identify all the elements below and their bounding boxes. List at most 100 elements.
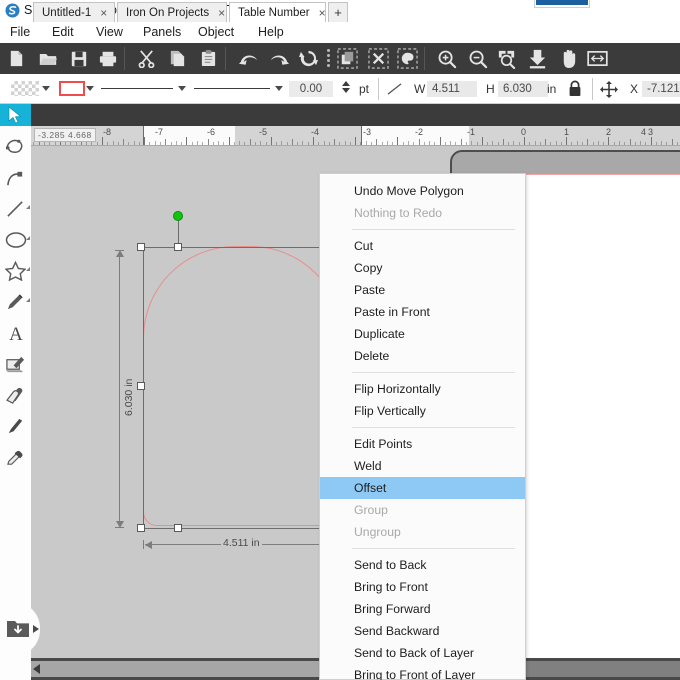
toolbar-overflow-dots-icon[interactable] [327, 49, 331, 68]
toolbar-separator [424, 47, 425, 70]
ctx-copy[interactable]: Copy [320, 257, 525, 279]
close-x-icon[interactable]: × [319, 7, 326, 19]
ctx-bring-forward[interactable]: Bring Forward [320, 598, 525, 620]
draw-curve-icon[interactable] [0, 162, 31, 193]
draw-freehand-flyout-arrow-icon[interactable] [26, 298, 30, 302]
width-input[interactable]: 4.511 [427, 81, 477, 97]
undo-arrow-icon[interactable] [236, 46, 261, 71]
properties-separator [592, 78, 593, 100]
close-x-icon[interactable]: × [218, 7, 225, 19]
text-tool-icon[interactable]: A [0, 317, 31, 348]
context-menu[interactable]: Undo Move Polygon Nothing to Redo Cut Copy P… [319, 173, 526, 680]
resize-handle-top-left[interactable] [137, 243, 145, 251]
ruler-tick-label: -6 [207, 127, 216, 137]
line-weight-input[interactable]: 0.00 [289, 81, 333, 97]
fill-chevron-down-icon[interactable] [42, 86, 50, 91]
ctx-send-to-back-of-layer[interactable]: Send to Back of Layer [320, 642, 525, 664]
fill-color-swatch[interactable] [11, 81, 39, 96]
menu-help[interactable]: Help [258, 25, 284, 39]
scroll-left-arrow-icon[interactable] [33, 664, 40, 674]
select-by-color-icon[interactable] [395, 46, 420, 71]
close-x-icon[interactable]: × [100, 7, 107, 19]
ctx-nothing-to-redo: Nothing to Redo [354, 206, 443, 220]
draw-line-flyout-arrow-icon[interactable] [26, 205, 30, 209]
ctx-paste[interactable]: Paste [320, 279, 525, 301]
rounded-arch-polygon[interactable] [143, 246, 343, 526]
line-color-chevron-down-icon[interactable] [86, 86, 94, 91]
redo-arrow-icon[interactable] [267, 46, 292, 71]
ctx-undo-move-polygon[interactable]: Undo Move Polygon [320, 180, 525, 202]
ctx-bring-to-front-of-layer[interactable]: Bring to Front of Layer [320, 664, 525, 680]
menu-edit[interactable]: Edit [52, 25, 74, 39]
height-input[interactable]: 6.030 [498, 81, 548, 97]
ctx-bring-to-front[interactable]: Bring to Front [320, 576, 525, 598]
ctx-paste-in-front[interactable]: Paste in Front [320, 301, 525, 323]
zoom-in-icon[interactable] [434, 46, 459, 71]
sketch-tool-icon[interactable] [0, 348, 31, 379]
rotate-handle-dot[interactable] [173, 211, 183, 221]
ctx-offset[interactable]: Offset [320, 477, 525, 499]
knife-tool-icon[interactable] [0, 410, 31, 441]
tab-untitled-1[interactable]: Untitled-1 × [33, 2, 115, 22]
menu-panels[interactable]: Panels [143, 25, 181, 39]
edit-points-icon[interactable] [0, 131, 31, 162]
horizontal-scroll-thumb[interactable] [31, 661, 331, 677]
svg-text:A: A [9, 324, 23, 343]
copy-icon[interactable] [165, 46, 190, 71]
tab-table-number[interactable]: Table Number × [229, 2, 326, 22]
ctx-flip-horizontally[interactable]: Flip Horizontally [320, 378, 525, 400]
line-weight-preview[interactable] [194, 88, 270, 89]
refresh-globe-icon[interactable] [296, 46, 321, 71]
resize-handle-bottom-center[interactable] [174, 524, 182, 532]
draw-ellipse-flyout-arrow-icon[interactable] [26, 236, 30, 240]
resize-handle-top-center[interactable] [174, 243, 182, 251]
line-weight-stepper[interactable] [342, 81, 350, 93]
menu-file[interactable]: File [10, 25, 30, 39]
ctx-duplicate[interactable]: Duplicate [320, 323, 525, 345]
fit-to-page-icon[interactable] [525, 46, 550, 71]
ctx-send-to-back[interactable]: Send to Back [320, 554, 525, 576]
chevron-right-icon[interactable] [33, 625, 39, 633]
select-all-icon[interactable] [335, 46, 360, 71]
eraser-tool-icon[interactable] [0, 379, 31, 410]
line-style-preview[interactable] [101, 88, 173, 89]
new-tab-button[interactable]: + [328, 2, 348, 22]
print-icon[interactable] [95, 46, 120, 71]
ctx-delete[interactable]: Delete [320, 345, 525, 367]
ctx-weld[interactable]: Weld [320, 455, 525, 477]
pan-hand-icon[interactable] [556, 46, 581, 71]
library-folder-download-icon[interactable] [6, 618, 30, 644]
move-cross-icon[interactable] [600, 81, 618, 103]
fit-window-icon[interactable] [585, 46, 610, 71]
ctx-flip-vertically[interactable]: Flip Vertically [320, 400, 525, 422]
tab-label: Table Number [238, 6, 310, 19]
zoom-selection-icon[interactable] [494, 46, 519, 71]
draw-polygon-flyout-arrow-icon[interactable] [26, 267, 30, 271]
resize-handle-bottom-left[interactable] [137, 524, 145, 532]
zoom-out-icon[interactable] [465, 46, 490, 71]
eyedropper-tool-icon[interactable] [0, 441, 31, 472]
scissors-cut-icon[interactable] [134, 46, 159, 71]
ctx-group: Group [354, 503, 388, 517]
open-folder-icon[interactable] [35, 46, 60, 71]
lock-closed-icon[interactable] [568, 80, 582, 102]
deselect-all-icon[interactable] [366, 46, 391, 71]
tab-iron-on-projects[interactable]: Iron On Projects × [117, 2, 227, 22]
paste-clipboard-icon[interactable] [196, 46, 221, 71]
line-color-swatch[interactable] [59, 81, 85, 96]
save-icon[interactable] [66, 46, 91, 71]
menu-view[interactable]: View [96, 25, 123, 39]
line-weight-chevron-down-icon[interactable] [275, 86, 283, 91]
menu-object[interactable]: Object [198, 25, 234, 39]
dimension-width-arrow-left [145, 541, 152, 549]
x-coordinate-input[interactable]: -7.121 [642, 81, 680, 97]
line-style-chevron-down-icon[interactable] [178, 86, 186, 91]
line-tool-icon[interactable] [386, 82, 403, 101]
resize-handle-middle-left[interactable] [137, 382, 145, 390]
horizontal-ruler[interactable]: -8 -7 -6 -5 -4 -3 -2 -1 0 1 2 3 4 /* tic… [31, 126, 680, 146]
ruler-tick-label: -1 [467, 127, 476, 137]
ctx-edit-points[interactable]: Edit Points [320, 433, 525, 455]
ctx-cut[interactable]: Cut [320, 235, 525, 257]
new-document-icon[interactable] [4, 46, 29, 71]
ctx-send-backward[interactable]: Send Backward [320, 620, 525, 642]
